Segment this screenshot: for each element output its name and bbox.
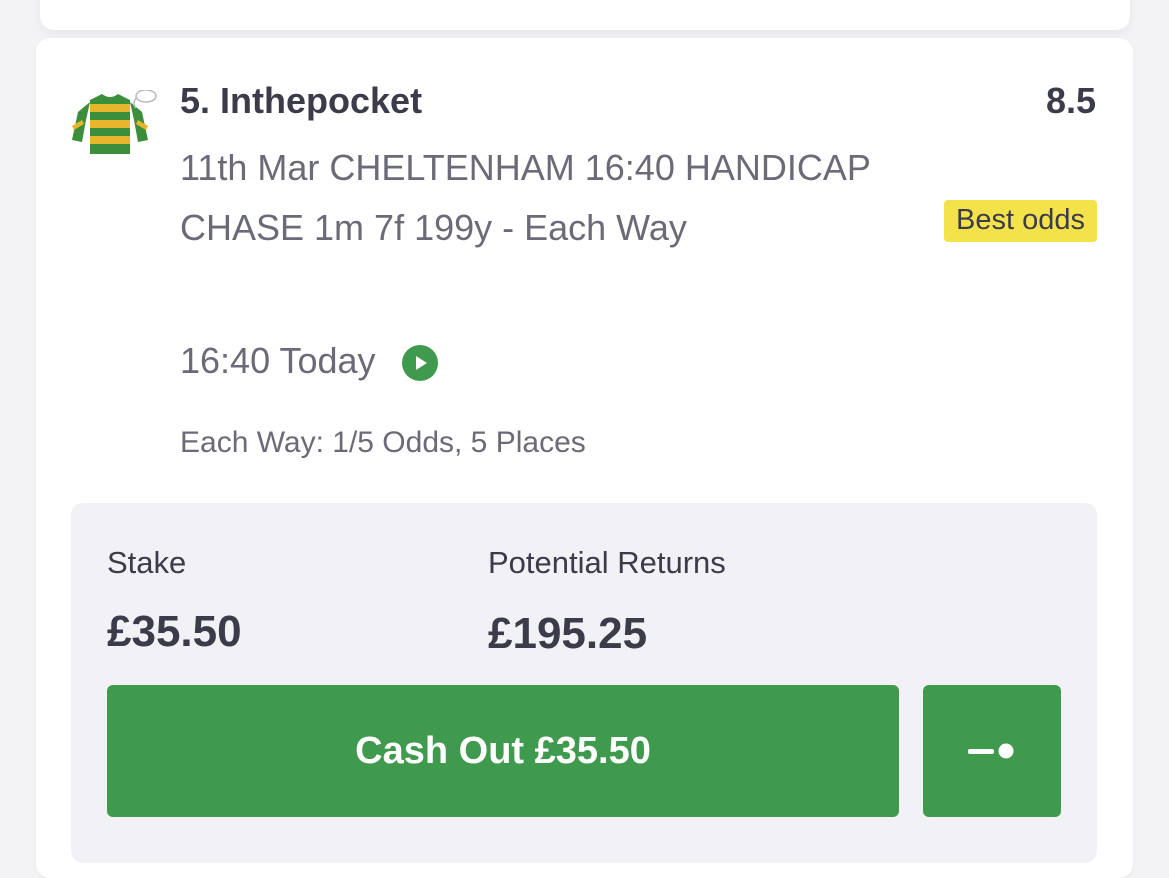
jockey-silks-icon [72, 90, 157, 154]
slider-toggle-icon [968, 743, 1014, 759]
best-odds-badge: Best odds [944, 200, 1097, 242]
race-time-row: 16:40 Today [180, 340, 438, 382]
stake-label: Stake [107, 545, 187, 580]
cash-out-button[interactable]: Cash Out £35.50 [107, 685, 899, 817]
odds-value: 8.5 [1045, 80, 1096, 121]
partial-cash-out-button[interactable] [923, 685, 1061, 817]
market-description: 11th Mar CHELTENHAM 16:40 HANDICAP CHASE… [180, 147, 871, 248]
stake-value: £35.50 [107, 607, 242, 656]
potential-returns-value: £195.25 [488, 609, 648, 658]
bet-card: 5. Inthepocket 8.5 Best odds 11th Mar CH… [36, 38, 1133, 878]
previous-card-edge [40, 0, 1130, 30]
each-way-terms: Each Way: 1/5 Odds, 5 Places [180, 426, 586, 459]
play-circle-icon[interactable] [401, 345, 438, 381]
stake-panel: Stake £35.50 Potential Returns £195.25 C… [71, 503, 1097, 863]
race-time: 16:40 Today [180, 340, 376, 381]
selection-name: 5. Inthepocket [180, 80, 423, 121]
potential-returns-label: Potential Returns [488, 545, 726, 580]
